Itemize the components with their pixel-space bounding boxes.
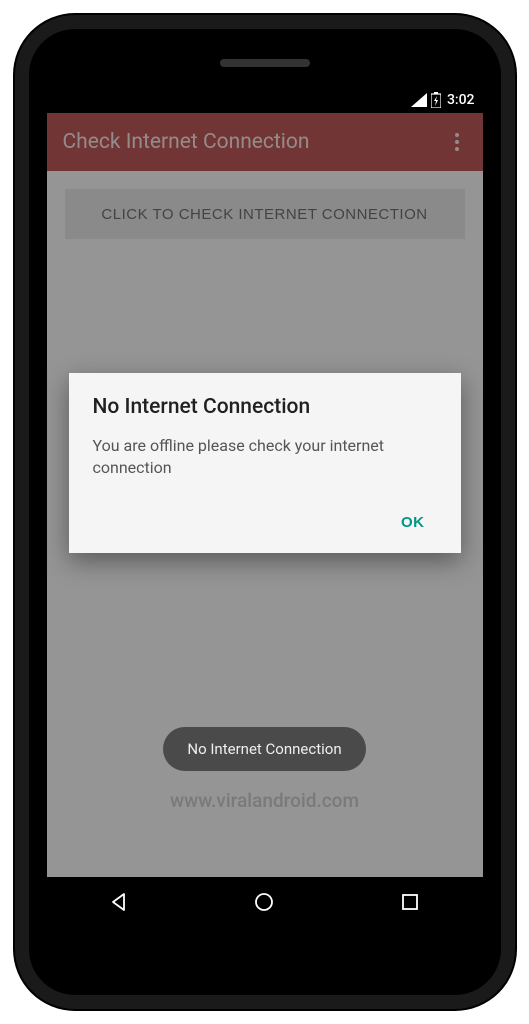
dialog-message: You are offline please check your intern… xyxy=(93,435,437,480)
nav-home-button[interactable] xyxy=(234,891,294,913)
navigation-bar xyxy=(47,877,483,927)
status-bar: 3:02 xyxy=(47,87,483,113)
nav-back-button[interactable] xyxy=(89,891,149,913)
signal-icon xyxy=(411,93,427,107)
speaker-grille xyxy=(220,59,310,67)
toast: No Internet Connection xyxy=(163,727,365,771)
watermark-text: www.viralandroid.com xyxy=(170,789,359,812)
dialog-title: No Internet Connection xyxy=(93,395,437,419)
phone-frame: 3:02 Check Internet Connection CLICK TO … xyxy=(15,15,515,1009)
battery-charging-icon xyxy=(431,92,441,108)
dialog-ok-button[interactable]: OK xyxy=(389,504,437,541)
nav-recents-button[interactable] xyxy=(380,892,440,912)
phone-bezel: 3:02 Check Internet Connection CLICK TO … xyxy=(29,29,501,995)
dialog-actions: OK xyxy=(93,504,437,541)
screen: 3:02 Check Internet Connection CLICK TO … xyxy=(47,87,483,927)
status-clock: 3:02 xyxy=(447,92,475,108)
alert-dialog: No Internet Connection You are offline p… xyxy=(69,373,461,553)
dialog-scrim[interactable]: No Internet Connection You are offline p… xyxy=(47,113,483,877)
